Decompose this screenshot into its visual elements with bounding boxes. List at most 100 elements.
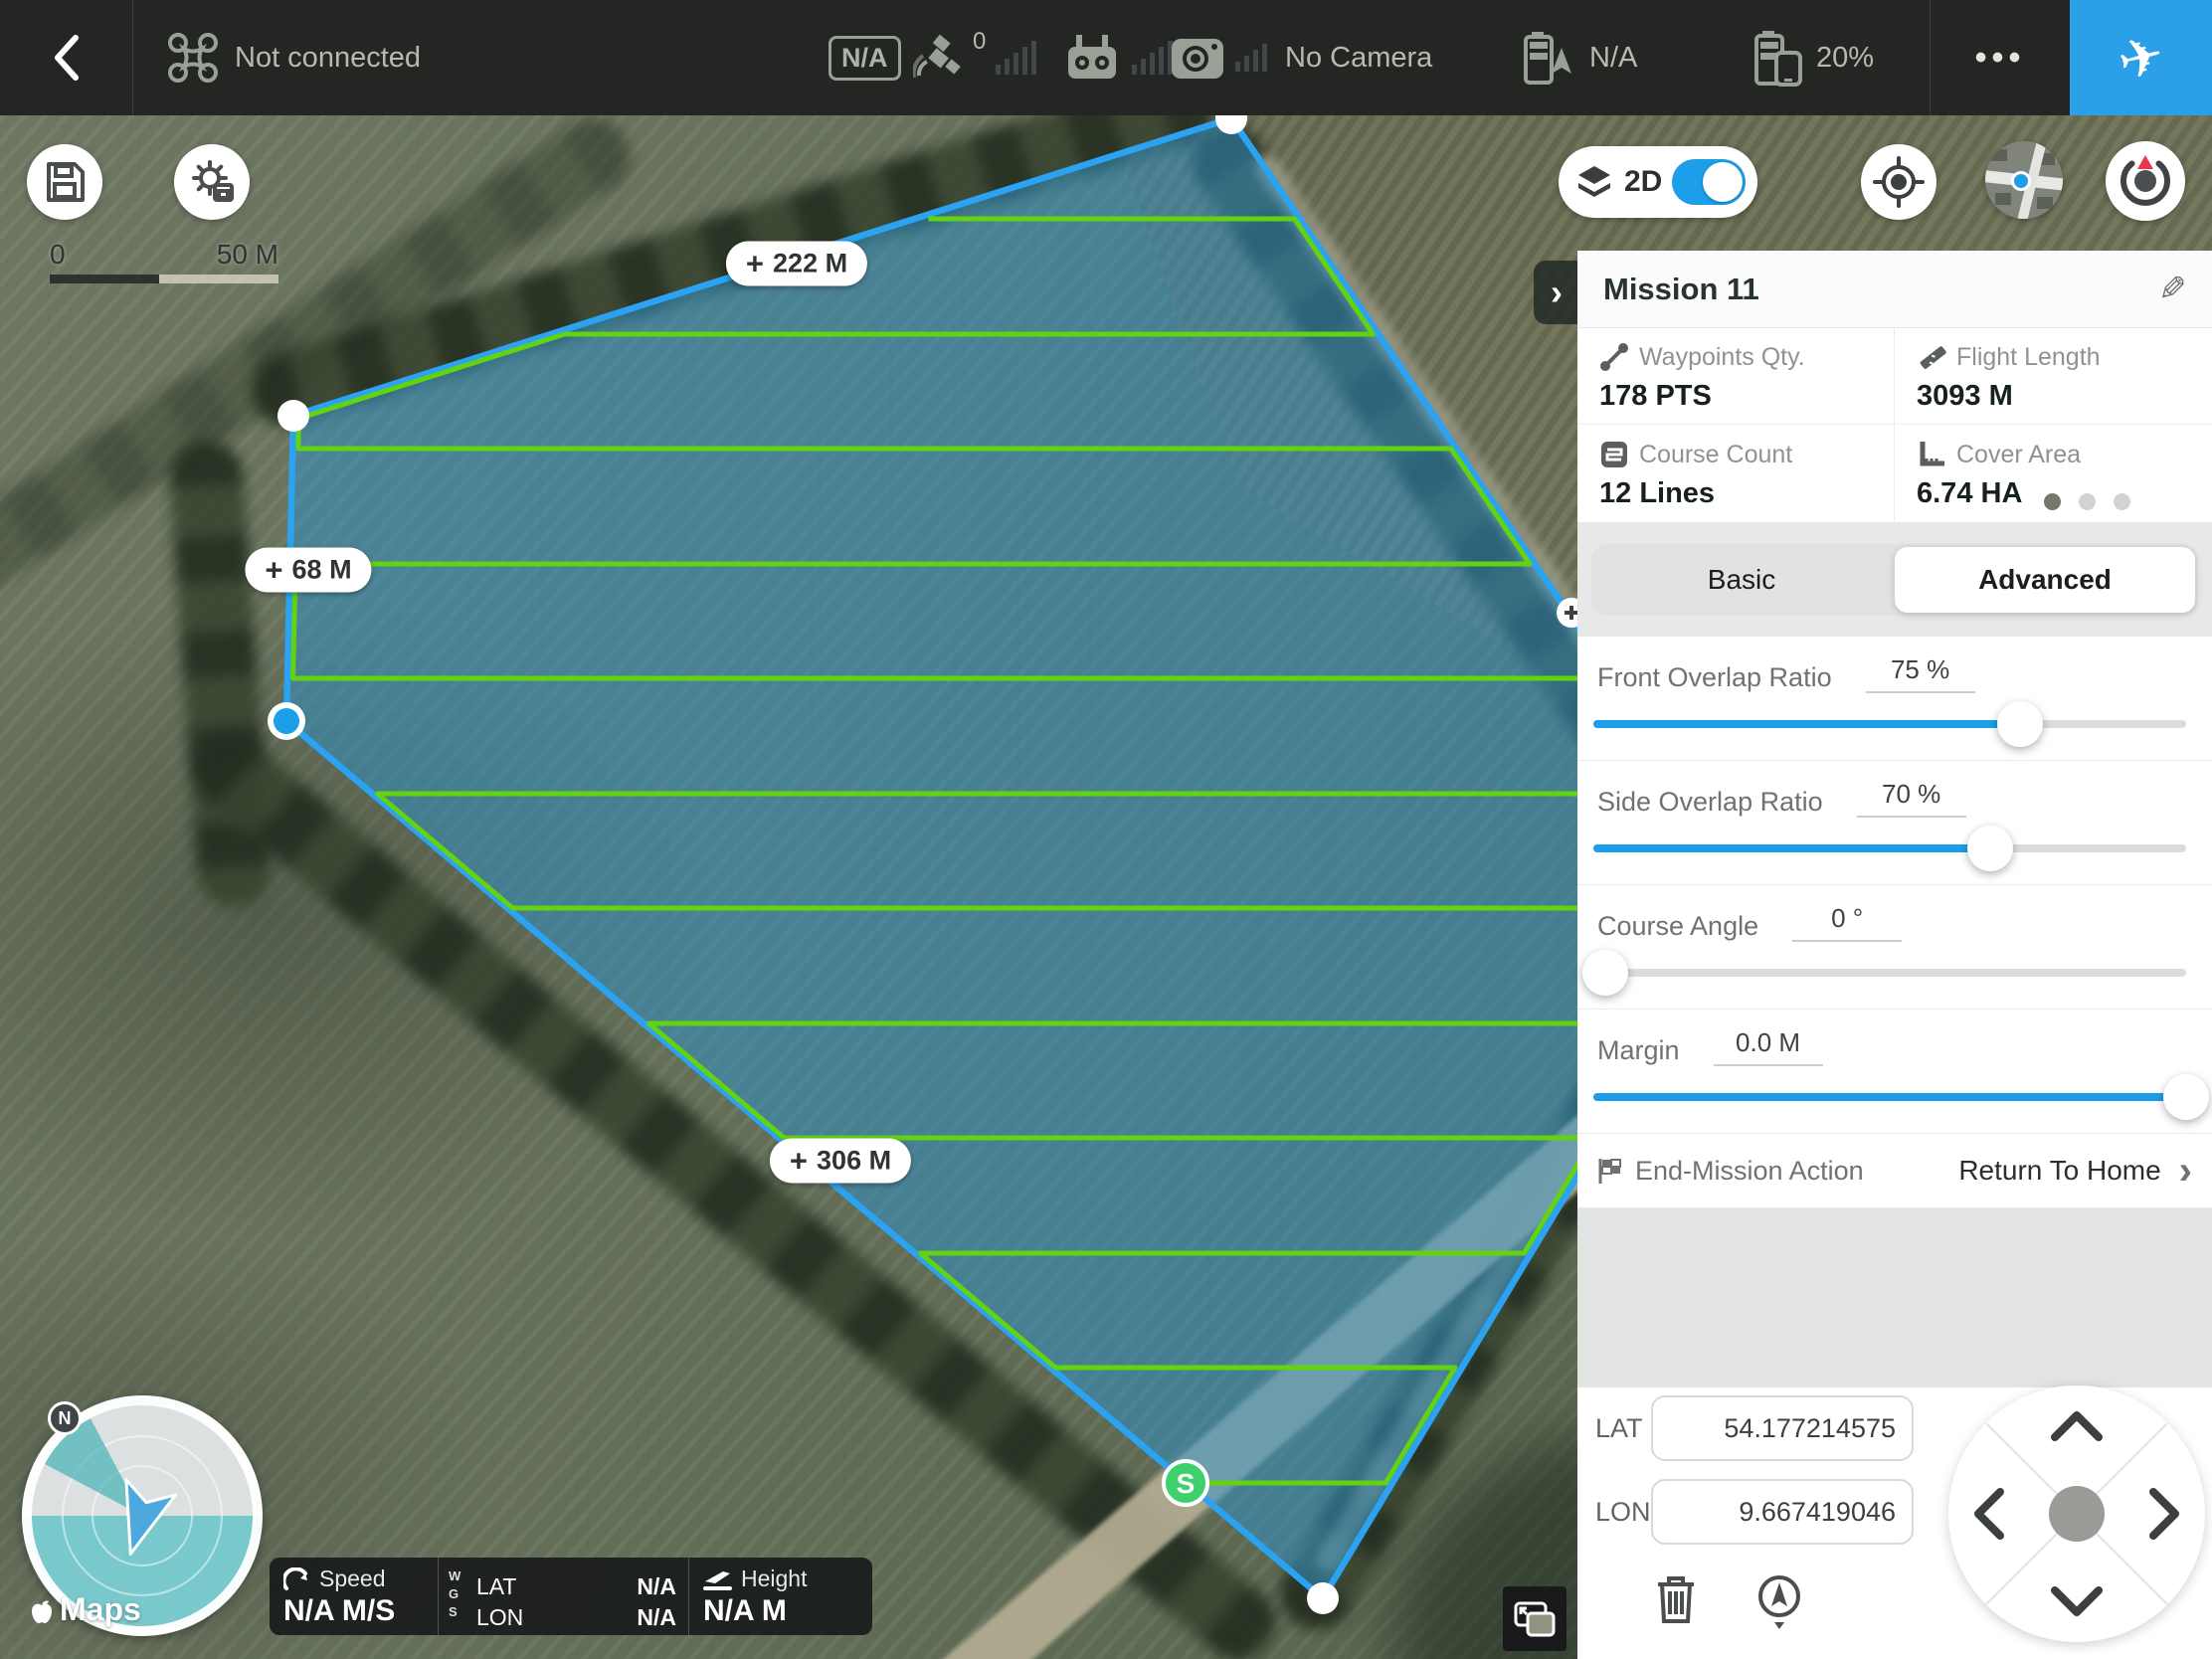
height-readout: Height N/A M bbox=[688, 1558, 872, 1635]
lat-row: LAT 54.177214575 bbox=[1577, 1395, 1914, 1461]
lon-field[interactable]: 9.667419046 bbox=[1651, 1479, 1914, 1545]
north-marker: N bbox=[48, 1401, 82, 1435]
speed-value: N/A M/S bbox=[283, 1594, 426, 1628]
save-icon bbox=[43, 160, 87, 204]
height-takeoff-icon bbox=[703, 1567, 733, 1591]
dpad-center[interactable] bbox=[2049, 1486, 2105, 1542]
stat-label: Flight Length bbox=[1956, 343, 2101, 372]
overlapping-windows-icon bbox=[1513, 1600, 1557, 1638]
edge-distance-label[interactable]: +68 M bbox=[245, 548, 371, 593]
mission-settings-button[interactable] bbox=[174, 144, 250, 220]
flight-length-icon bbox=[1917, 342, 1946, 372]
speed-label: Speed bbox=[319, 1566, 386, 1592]
start-point-marker[interactable] bbox=[1164, 1461, 1207, 1505]
wgs-s: S bbox=[449, 1603, 461, 1621]
course-count-icon bbox=[1599, 440, 1629, 469]
device-battery-icon bbox=[1754, 29, 1804, 87]
compass-icon bbox=[2118, 153, 2173, 209]
margin-row: Margin 0.0 M bbox=[1577, 1010, 2212, 1134]
back-button[interactable] bbox=[0, 0, 132, 115]
end-mission-value: Return To Home bbox=[1958, 1155, 2160, 1187]
margin-input[interactable]: 0.0 M bbox=[1714, 1027, 1823, 1066]
slider-thumb[interactable] bbox=[2163, 1074, 2209, 1120]
apple-logo-icon bbox=[30, 1596, 54, 1624]
plus-icon: + bbox=[746, 249, 764, 279]
gps-signal-bars-icon bbox=[996, 41, 1036, 75]
link-status: N/A bbox=[829, 0, 901, 115]
2d-toggle[interactable] bbox=[1672, 159, 1746, 205]
vertex-handle[interactable] bbox=[277, 400, 309, 432]
stats-pagination-dots[interactable] bbox=[2044, 493, 2130, 510]
distance-text: 222 M bbox=[773, 249, 847, 279]
height-value: N/A M bbox=[703, 1594, 860, 1628]
save-mission-button[interactable] bbox=[27, 144, 102, 220]
vertex-handle[interactable] bbox=[1307, 1582, 1339, 1614]
margin-slider[interactable] bbox=[1593, 1093, 2186, 1101]
tab-zone: Basic Advanced bbox=[1577, 522, 2212, 637]
lat-value: N/A bbox=[637, 1571, 676, 1602]
panel-spacer bbox=[1577, 1208, 2212, 1387]
ellipsis-icon: ••• bbox=[1975, 39, 2026, 78]
drone-icon bbox=[167, 32, 219, 84]
aircraft-status: Not connected bbox=[167, 0, 421, 115]
nudge-dpad[interactable] bbox=[1948, 1385, 2205, 1642]
map-attribution: Maps bbox=[30, 1591, 141, 1628]
wgs-w: W bbox=[449, 1567, 461, 1585]
takeoff-plane-icon: ✈ bbox=[2112, 22, 2170, 93]
stat-value: 12 Lines bbox=[1599, 477, 1894, 510]
edit-mission-name-button[interactable]: ✎ bbox=[2158, 270, 2187, 309]
edge-distance-label[interactable]: +222 M bbox=[726, 242, 867, 286]
end-mission-action-row[interactable]: End-Mission Action Return To Home › bbox=[1577, 1134, 2212, 1208]
plus-icon: + bbox=[790, 1146, 808, 1177]
device-battery-value: 20% bbox=[1816, 42, 1874, 75]
panel-collapse-handle[interactable]: › bbox=[1534, 261, 1579, 324]
stat-course-count: Course Count 12 Lines bbox=[1577, 426, 1895, 522]
cover-area-icon bbox=[1917, 440, 1946, 469]
side-overlap-slider[interactable] bbox=[1593, 844, 2186, 852]
slider-thumb[interactable] bbox=[1997, 701, 2043, 747]
distance-text: 68 M bbox=[292, 555, 352, 586]
lat-label: LAT bbox=[476, 1571, 516, 1602]
stat-label: Course Count bbox=[1639, 441, 1792, 469]
distance-text: 306 M bbox=[817, 1146, 891, 1177]
takeoff-button[interactable]: ✈ bbox=[2070, 0, 2212, 115]
front-overlap-slider[interactable] bbox=[1593, 720, 2186, 728]
side-overlap-input[interactable]: 70 % bbox=[1857, 779, 1966, 818]
minimap-button[interactable] bbox=[1985, 141, 2063, 219]
go-to-location-button[interactable] bbox=[1754, 1574, 1804, 1630]
slider-label: Front Overlap Ratio bbox=[1597, 662, 1832, 693]
parameter-sliders: Front Overlap Ratio 75 % Side Overlap Ra… bbox=[1577, 637, 2212, 1134]
tab-basic[interactable]: Basic bbox=[1591, 544, 1892, 616]
stat-value: 3093 M bbox=[1917, 380, 2212, 413]
lat-field[interactable]: 54.177214575 bbox=[1651, 1395, 1914, 1461]
stat-flight-length: Flight Length 3093 M bbox=[1895, 328, 2212, 425]
locate-me-button[interactable] bbox=[1861, 144, 1936, 220]
lon-label: LON bbox=[476, 1602, 523, 1633]
stat-value: 178 PTS bbox=[1599, 380, 1894, 413]
lon-field-label: LON bbox=[1577, 1497, 1651, 1528]
course-angle-slider[interactable] bbox=[1593, 969, 2186, 977]
gps-status: 0 bbox=[913, 0, 1036, 115]
mission-stats: Waypoints Qty. 178 PTS Flight Length 309… bbox=[1577, 328, 2212, 522]
side-overlap-row: Side Overlap Ratio 70 % bbox=[1577, 761, 2212, 885]
layers-icon bbox=[1574, 162, 1614, 202]
selected-vertex-handle[interactable] bbox=[268, 702, 305, 740]
slider-thumb[interactable] bbox=[1967, 826, 2013, 871]
more-menu-button[interactable]: ••• bbox=[1931, 0, 2070, 115]
mission-header: Mission 11 ✎ bbox=[1577, 251, 2212, 328]
panel-preview-button[interactable] bbox=[1503, 1586, 1567, 1651]
camera-icon bbox=[1170, 35, 1225, 81]
telemetry-bar: Speed N/A M/S W G S LAT N/A LON N/A Heig… bbox=[270, 1558, 872, 1635]
edge-distance-label[interactable]: +306 M bbox=[770, 1139, 911, 1184]
connection-status-text: Not connected bbox=[235, 42, 421, 75]
plus-icon: + bbox=[265, 555, 282, 586]
slider-label: Side Overlap Ratio bbox=[1597, 787, 1823, 818]
compass-reset-button[interactable] bbox=[2106, 141, 2185, 221]
basic-advanced-segmented-control: Basic Advanced bbox=[1591, 544, 2198, 616]
course-angle-input[interactable]: 0 ° bbox=[1792, 903, 1902, 942]
front-overlap-input[interactable]: 75 % bbox=[1866, 654, 1975, 693]
waypoints-icon bbox=[1599, 342, 1629, 372]
delete-waypoint-button[interactable] bbox=[1655, 1574, 1697, 1624]
tab-advanced[interactable]: Advanced bbox=[1895, 547, 2195, 613]
slider-thumb[interactable] bbox=[1582, 950, 1628, 996]
